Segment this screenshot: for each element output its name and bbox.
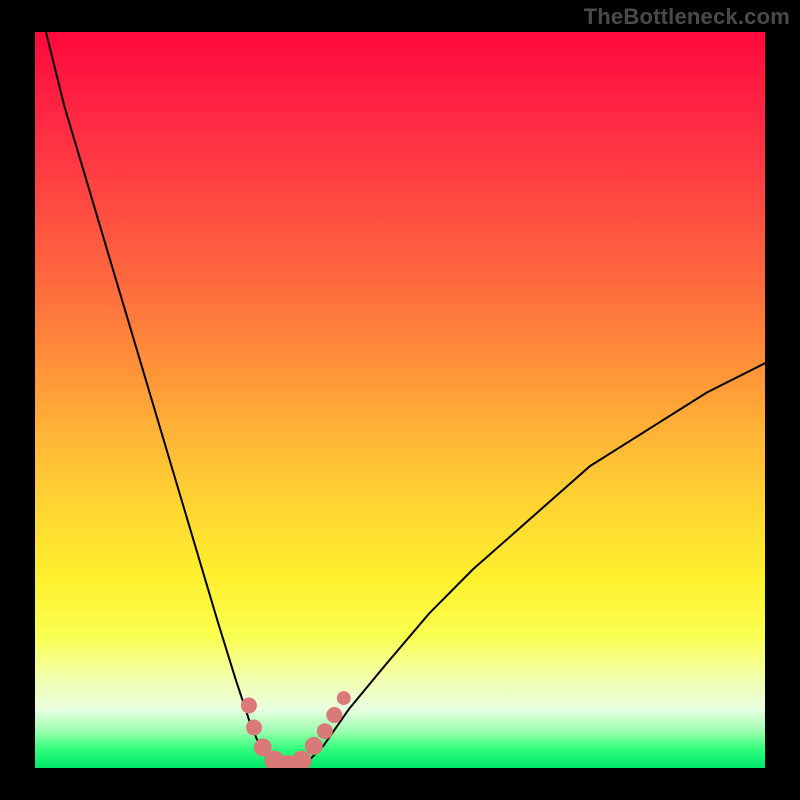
valley-marker xyxy=(246,720,262,736)
valley-marker xyxy=(337,691,351,705)
valley-marker xyxy=(241,697,257,713)
valley-marker xyxy=(305,737,323,755)
curve-layer xyxy=(35,32,765,768)
watermark-text: TheBottleneck.com xyxy=(584,4,790,30)
valley-marker xyxy=(291,751,311,768)
curve-left-branch xyxy=(46,32,272,764)
chart-frame: TheBottleneck.com xyxy=(0,0,800,800)
valley-marker xyxy=(317,723,333,739)
valley-marker xyxy=(326,707,342,723)
plot-area xyxy=(35,32,765,768)
curve-right-branch xyxy=(305,363,765,764)
